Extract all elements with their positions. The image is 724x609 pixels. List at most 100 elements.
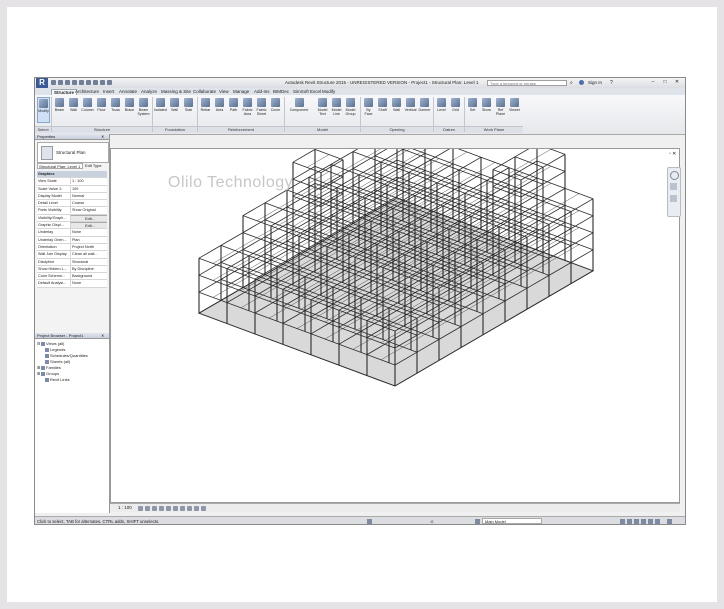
beam[interactable] [198,291,228,303]
joist[interactable] [278,195,302,209]
dormer-button[interactable]: Dormer [418,97,431,123]
cover-button[interactable]: Cover [269,97,282,123]
joist[interactable] [256,224,280,238]
fabric-sheet-button[interactable]: Fabric Sheet [255,97,268,123]
component-button[interactable]: Component [288,97,310,123]
wall-button[interactable]: Wall [67,97,80,123]
level-button[interactable]: Level [435,97,448,123]
property-value[interactable]: None [70,280,107,287]
joist[interactable] [256,207,280,221]
select-links-icon[interactable] [627,518,632,524]
model-line-button[interactable]: Model Line [330,97,343,123]
open-icon[interactable] [51,80,56,85]
detail-level-icon[interactable] [138,505,143,511]
joist[interactable] [528,166,552,180]
beam[interactable] [570,198,594,212]
select-underlay-icon[interactable] [634,518,639,524]
joist[interactable] [556,193,580,207]
property-value[interactable]: By Discipline [70,265,107,272]
zoom-region-icon[interactable] [670,195,677,202]
property-value[interactable]: None [70,229,107,236]
floor-button[interactable]: Floor [95,97,108,123]
analytical-model-icon[interactable] [201,505,206,511]
path-button[interactable]: Path [227,97,240,123]
model-text-button[interactable]: Model Text [316,97,329,123]
property-value[interactable]: Coarse [70,200,107,207]
section-icon[interactable] [107,80,112,85]
joist[interactable] [528,149,552,163]
beam[interactable] [430,163,454,177]
beam[interactable] [248,259,272,274]
beam-system-button[interactable]: Beam System [137,97,150,123]
joist[interactable] [306,154,330,168]
beam[interactable] [220,249,244,263]
vertical-opening-button[interactable]: Vertical [404,97,417,123]
beam[interactable] [514,177,538,192]
ref-plane-button[interactable]: Ref Plane [494,97,507,123]
beam[interactable] [397,149,426,154]
joist[interactable] [556,210,580,224]
property-value[interactable]: Structural [70,258,107,265]
beam[interactable] [537,149,566,155]
beam[interactable] [292,217,316,231]
view-window-controls[interactable]: ▫ ✕ [669,151,679,157]
edit-button[interactable]: Edit... [70,222,107,229]
beam[interactable] [336,174,360,188]
joist[interactable] [472,162,496,176]
property-value[interactable]: Clean all wall... [70,251,107,258]
beam-button[interactable]: Beam [53,97,66,123]
beam[interactable] [198,262,222,276]
beam[interactable] [542,239,566,253]
beam[interactable] [380,165,404,180]
property-value[interactable]: Show Original [70,207,107,214]
browser-tree-item[interactable]: Schedules/Quantities [41,353,88,359]
beam[interactable] [430,149,453,160]
fabric-area-button[interactable]: Fabric Area [241,97,254,123]
beam[interactable] [226,272,250,286]
beam[interactable] [514,160,538,175]
joist[interactable] [366,160,390,174]
joist[interactable] [366,149,389,157]
maximize-button[interactable]: □ [661,79,669,86]
3d-view-icon[interactable] [100,80,105,85]
browser-tree-item[interactable]: ⊟ Views (all) [37,341,64,347]
joist[interactable] [256,241,280,255]
joist[interactable] [278,212,302,226]
beam[interactable] [292,183,316,197]
joist[interactable] [234,254,258,268]
beam[interactable] [314,187,338,201]
app-logo[interactable]: R [36,78,48,88]
brace-button[interactable]: Brace [123,97,136,123]
beam[interactable] [292,166,316,180]
wall-foundation-button[interactable]: Wall [168,97,181,123]
modify-button[interactable]: Modify [37,97,50,123]
beam[interactable] [352,149,375,152]
shaft-button[interactable]: Shaft [376,97,389,123]
column-button[interactable]: Column [81,97,94,123]
type-selector[interactable]: Structural Plan [37,142,109,163]
joist[interactable] [444,168,468,182]
lock-view-icon[interactable] [180,505,185,511]
isolated-foundation-button[interactable]: Isolated [154,97,167,123]
beam[interactable] [358,178,382,193]
beam[interactable] [242,202,266,216]
undo-icon[interactable] [65,80,70,85]
truss-button[interactable]: Truss [109,97,122,123]
joist[interactable] [528,200,552,214]
beam[interactable] [242,219,266,233]
beam[interactable] [570,215,594,229]
edit-type-button[interactable]: Edit Type [85,163,107,169]
joist[interactable] [416,158,440,172]
binoculars-icon[interactable]: ⌕ [570,80,573,86]
grid-button[interactable]: Grid [449,97,462,123]
beam[interactable] [542,188,566,202]
redo-icon[interactable] [72,80,77,85]
joist[interactable] [212,250,236,264]
beam[interactable] [264,206,288,221]
workset-icon[interactable] [367,518,372,524]
property-value[interactable]: Normal [70,192,107,199]
sign-in-button[interactable]: Sign In [588,80,602,85]
show-button[interactable]: Show [480,97,493,123]
editable-only-icon[interactable] [620,518,625,524]
beam[interactable] [270,212,294,227]
